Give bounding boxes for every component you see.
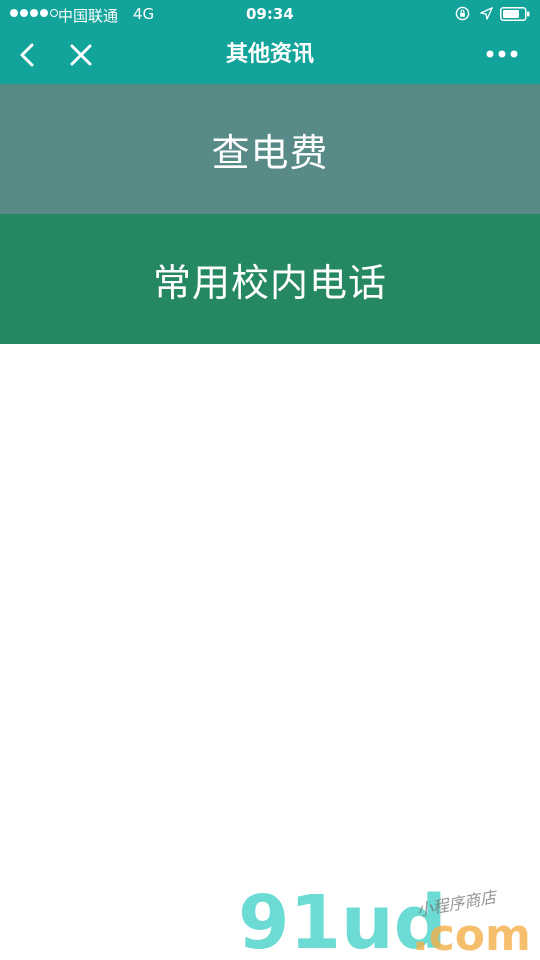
status-bar: 中国联通 4G 09:34 (0, 0, 540, 30)
battery-icon (500, 7, 530, 21)
top-bar: 中国联通 4G 09:34 其他资讯 (0, 0, 540, 84)
nav-bar: 其他资讯 (0, 30, 540, 84)
campus-phone-label: 常用校内电话 (152, 260, 387, 305)
signal-strength-icon (10, 9, 58, 17)
watermark-brand: 91ud (238, 880, 447, 960)
electricity-bill-button[interactable]: 查电费 (0, 84, 540, 214)
carrier-name: 中国联通 (58, 7, 119, 25)
location-arrow-icon (480, 7, 493, 20)
back-icon[interactable] (12, 40, 42, 70)
close-icon[interactable] (66, 40, 96, 70)
signal-dot (20, 9, 28, 17)
signal-dot (30, 9, 38, 17)
page-title: 其他资讯 (225, 42, 314, 67)
watermark-domain: .com (412, 910, 531, 960)
signal-dot-empty (50, 9, 58, 17)
campus-phone-button[interactable]: 常用校内电话 (0, 214, 540, 344)
watermark-tagline: 小程序商店 (415, 887, 499, 920)
electricity-bill-label: 查电费 (211, 130, 329, 175)
more-options-icon[interactable] (482, 44, 522, 64)
rotation-lock-icon (455, 6, 470, 21)
signal-dot (40, 9, 48, 17)
status-time: 09:34 (246, 5, 294, 23)
signal-dot (10, 9, 18, 17)
network-type: 4G (133, 5, 155, 23)
